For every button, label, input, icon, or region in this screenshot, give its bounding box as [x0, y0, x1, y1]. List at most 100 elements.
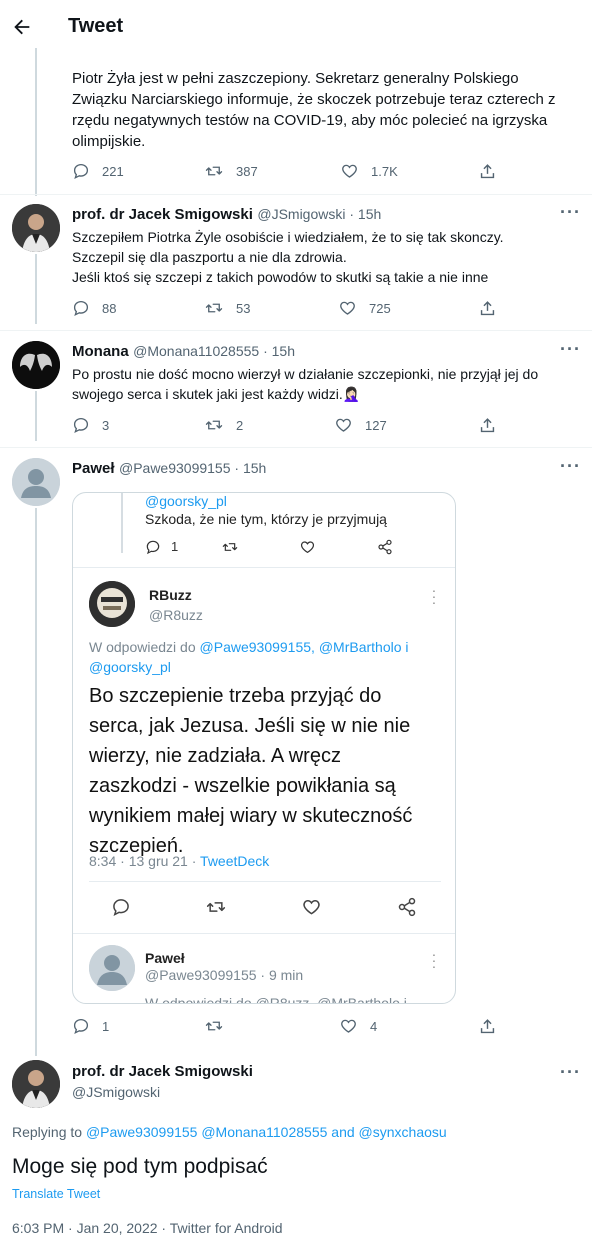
more-icon[interactable]: ···	[560, 339, 581, 360]
like-count: 1.7K	[371, 163, 398, 179]
embedded-meta: 8:34 · 13 gru 21 · TweetDeck	[89, 853, 269, 869]
avatar[interactable]	[12, 458, 60, 506]
parent-reply-button[interactable]: 221	[72, 162, 124, 180]
back-arrow-icon[interactable]	[11, 16, 33, 38]
reply-count: 3	[102, 417, 110, 433]
tweet-3-header: Paweł @Pawe93099155 · 15h	[72, 460, 266, 478]
parent-tweet-text: Piotr Żyła jest w pełni zaszczepiony. Se…	[72, 70, 556, 150]
more-icon[interactable]: ···	[560, 1062, 581, 1083]
tweet-line: swojego serca i skutek jaki jest każdy w…	[72, 386, 343, 402]
reply-prefix: W odpowiedzi do	[89, 639, 196, 655]
tweet-3-reply-button[interactable]: 1	[72, 1017, 109, 1035]
thread-line-3	[35, 508, 37, 1056]
tweet-line: Szczepil się dla paszportu a nie dla zdr…	[72, 249, 347, 265]
share-icon[interactable]	[478, 1017, 497, 1036]
parent-retweet-button[interactable]: 387	[204, 162, 258, 180]
meta-time: 8:34 · 13 gru 21 ·	[89, 853, 201, 869]
translate-link[interactable]: Translate Tweet	[12, 1187, 100, 1201]
reply-icon	[72, 162, 90, 180]
like-icon	[299, 539, 316, 555]
more-icon: · · ·	[431, 946, 437, 974]
meta-source: TweetDeck	[200, 853, 270, 869]
rbuzz-name: RBuzz	[149, 587, 192, 603]
parent-like-button[interactable]: 1.7K	[340, 162, 398, 180]
author-handle[interactable]: @Pawe93099155 · 15h	[119, 460, 266, 476]
divider	[0, 194, 592, 195]
replying-handles[interactable]: @Pawe93099155 @Monana11028555 and @synxc…	[86, 1124, 447, 1140]
main-tweet-text: Moge się pod tym podpisać	[12, 1155, 268, 1178]
author-handle[interactable]: @JSmigowski · 15h	[257, 206, 381, 222]
retweet-icon	[204, 1017, 224, 1035]
big-text-line: serca, jak Jezusa. Jeśli się w nie nie	[89, 715, 411, 737]
like-icon	[334, 416, 353, 434]
reply-count: 1	[171, 539, 179, 554]
reply-icon	[72, 1017, 90, 1035]
main-tweet-meta: 6:03 PM · Jan 20, 2022 · Twitter for And…	[12, 1220, 283, 1236]
author-name[interactable]: prof. dr Jacek Smigowski	[72, 206, 253, 223]
embedded-thread-line	[121, 493, 123, 553]
replying-prefix: Replying to	[12, 1124, 86, 1140]
pawel-avatar	[89, 945, 135, 991]
author-name[interactable]: Monana	[72, 343, 129, 360]
tweet-2-like-button[interactable]: 127	[334, 416, 387, 434]
main-author-name[interactable]: prof. dr Jacek Smigowski	[72, 1063, 253, 1080]
reply-icon	[111, 897, 131, 917]
like-count: 127	[365, 417, 387, 433]
big-text-line: wynikiem małej wiary w skuteczność	[89, 805, 413, 827]
embedded-divider	[89, 881, 441, 882]
facepalm-emoji: 🤦🏻‍♀️	[342, 386, 361, 402]
reply-icon	[72, 416, 90, 434]
rbuzz-avatar	[89, 581, 135, 627]
tweet-line: Jeśli ktoś się szczepi z takich powodów …	[72, 269, 489, 285]
embedded-actions	[111, 897, 421, 917]
big-text-line: Bo szczepienie trzeba przyjąć do	[89, 685, 382, 707]
share-icon[interactable]	[478, 299, 497, 318]
tweet-2-header: Monana @Monana11028555 · 15h	[72, 343, 295, 361]
reply-count: 1	[102, 1018, 110, 1034]
author-name[interactable]: Paweł	[72, 460, 115, 477]
author-handle[interactable]: @Monana11028555 · 15h	[133, 343, 295, 359]
avatar[interactable]	[12, 1060, 60, 1108]
divider	[0, 330, 592, 331]
more-icon[interactable]: ···	[560, 456, 581, 477]
share-icon[interactable]	[478, 162, 497, 181]
like-count: 725	[369, 300, 391, 316]
reply-icon	[72, 299, 90, 317]
like-count: 4	[370, 1018, 378, 1034]
big-text-line: zaszkodzi - wszelkie powikłania są	[89, 775, 396, 797]
reply-handles: @Pawe93099155, @MrBartholo i	[199, 639, 409, 655]
tweet-3-retweet-button[interactable]	[204, 1017, 224, 1035]
tweet-1-retweet-button[interactable]: 53	[204, 299, 250, 317]
embedded-top-actions: 1	[145, 539, 395, 557]
like-icon	[301, 897, 322, 917]
retweet-icon	[204, 299, 224, 317]
share-icon	[377, 539, 393, 555]
like-icon	[338, 299, 357, 317]
tweet-1-reply-button[interactable]: 88	[72, 299, 116, 317]
main-author-handle[interactable]: @JSmigowski	[72, 1084, 160, 1100]
embedded-top-handle: @goorsky_pl	[145, 493, 227, 509]
embedded-divider	[73, 567, 455, 568]
avatar[interactable]	[12, 204, 60, 252]
tweet-line: Po prostu nie dość mocno wierzył w dział…	[72, 366, 539, 382]
thread-line-1	[35, 254, 37, 324]
tweet-2-retweet-button[interactable]: 2	[204, 416, 243, 434]
divider	[0, 447, 592, 448]
pawel-handle: @Pawe93099155 · 9 min	[145, 967, 304, 983]
more-icon: · · ·	[431, 582, 437, 610]
tweet-1-like-button[interactable]: 725	[338, 299, 391, 317]
avatar[interactable]	[12, 341, 60, 389]
thread-line-2	[35, 391, 37, 441]
tweet-2-reply-button[interactable]: 3	[72, 416, 109, 434]
pawel-name: Paweł	[145, 950, 185, 966]
tweet-1-header: prof. dr Jacek Smigowski @JSmigowski · 1…	[72, 206, 381, 224]
rbuzz-handle: @R8uzz	[149, 607, 203, 623]
header: Tweet	[0, 0, 592, 54]
retweet-icon	[205, 897, 227, 917]
share-icon[interactable]	[478, 416, 497, 435]
retweet-count: 2	[236, 417, 244, 433]
more-icon[interactable]: ···	[560, 202, 581, 223]
tweet-3-like-button[interactable]: 4	[339, 1017, 377, 1035]
retweet-count: 387	[236, 163, 258, 179]
embedded-screenshot[interactable]: @goorsky_pl Szkoda, że nie tym, którzy j…	[72, 492, 456, 1004]
